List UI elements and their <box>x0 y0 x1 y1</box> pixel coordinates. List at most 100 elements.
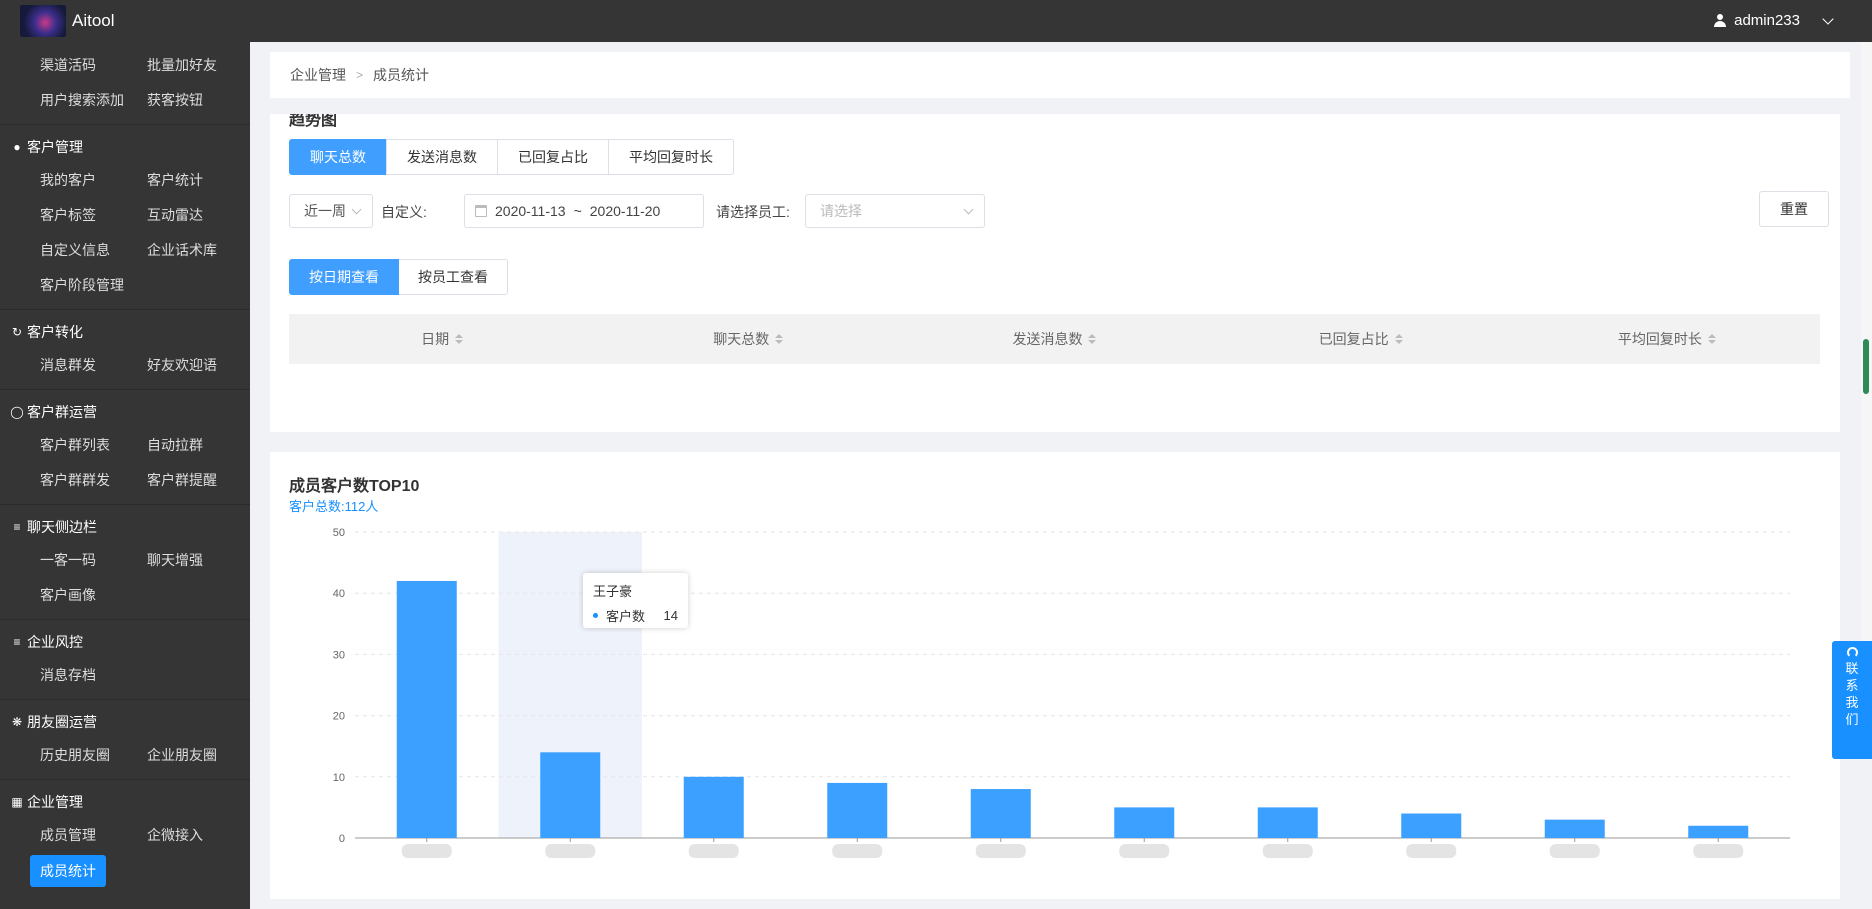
sidebar-item-channel-qr[interactable]: 渠道活码 <box>40 48 147 83</box>
x-tick-label-blurred <box>1693 844 1744 858</box>
sidebar-item-enterprise-moments[interactable]: 企业朋友圈 <box>147 738 250 773</box>
sidebar-item-one-code[interactable]: 一客一码 <box>40 543 147 578</box>
tab-reply-ratio[interactable]: 已回复占比 <box>497 139 609 175</box>
sidebar-item-custom-info[interactable]: 自定义信息 <box>40 233 147 268</box>
reset-button[interactable]: 重置 <box>1759 191 1829 227</box>
sidebar-group-title: 朋友圈运营 <box>27 714 97 730</box>
sidebar-group-conversion: ↻ 客户转化 消息群发 好友欢迎语 <box>0 310 250 390</box>
tooltip-name: 王子豪 <box>593 584 633 599</box>
range-select[interactable]: 近一周 <box>289 194 373 228</box>
sidebar-group-title: 客户群运营 <box>27 404 97 420</box>
menu-icon: ≡ <box>13 635 21 649</box>
x-tick-label-blurred <box>975 844 1026 858</box>
chevron-down-icon <box>963 204 974 215</box>
scrollbar-thumb[interactable] <box>1863 339 1869 394</box>
contact-us-button[interactable]: 联系我们 <box>1832 641 1872 759</box>
date-end[interactable]: 2020-11-20 <box>590 203 661 219</box>
trend-card: 趋势图 聊天总数 发送消息数 已回复占比 平均回复时长 近一周 自定义: 202… <box>270 114 1840 432</box>
sidebar-item-member-manage[interactable]: 成员管理 <box>40 818 147 853</box>
sidebar-item-history-moments[interactable]: 历史朋友圈 <box>40 738 147 773</box>
date-start[interactable]: 2020-11-13 <box>495 203 566 219</box>
bar <box>683 776 744 838</box>
main-content: 企业管理 > 成员统计 趋势图 聊天总数 发送消息数 已回复占比 平均回复时长 … <box>250 42 1872 909</box>
contact-label: 联系我们 <box>1845 661 1859 727</box>
sort-icon[interactable] <box>1088 334 1097 344</box>
sort-icon[interactable] <box>455 334 464 344</box>
sidebar-item-member-stats[interactable]: 成员统计 <box>30 855 106 887</box>
sidebar-item-group-mass[interactable]: 客户群群发 <box>40 463 147 498</box>
sidebar-item-batch-add[interactable]: 批量加好友 <box>147 48 250 83</box>
sidebar-group-title: 企业风控 <box>27 634 83 650</box>
top10-title: 成员客户数TOP10 <box>289 478 420 495</box>
sidebar-item-user-search[interactable]: 用户搜索添加 <box>40 83 147 118</box>
bar <box>970 789 1031 838</box>
bar <box>1114 807 1175 838</box>
x-tick-label-blurred <box>401 844 452 858</box>
tab-sent-messages[interactable]: 发送消息数 <box>386 139 498 175</box>
tab-by-staff[interactable]: 按员工查看 <box>399 259 508 295</box>
date-range-picker[interactable]: 2020-11-13 ~ 2020-11-20 <box>464 194 704 228</box>
sidebar-group-enterprise: ▦ 企业管理 成员管理 企微接入 成员统计 <box>0 780 250 893</box>
breadcrumb-item[interactable]: 企业管理 <box>290 65 346 85</box>
sidebar-item-auto-group[interactable]: 自动拉群 <box>147 428 250 463</box>
tooltip-value: 14 <box>663 608 678 623</box>
column-header-date[interactable]: 日期 <box>289 329 595 349</box>
sidebar-group-groups: ◯ 客户群运营 客户群列表 自动拉群 客户群群发 客户群提醒 <box>0 390 250 505</box>
metric-tabs: 聊天总数 发送消息数 已回复占比 平均回复时长 <box>289 139 734 175</box>
staff-select[interactable]: 请选择 <box>805 194 985 228</box>
x-tick-label-blurred <box>1262 844 1313 858</box>
top10-subtitle: 客户总数:112人 <box>289 499 379 514</box>
filter-bar: 近一周 自定义: 2020-11-13 ~ 2020-11-20 请选择员工: … <box>289 191 1829 234</box>
sort-icon[interactable] <box>775 334 784 344</box>
sidebar-item-welcome[interactable]: 好友欢迎语 <box>147 348 250 383</box>
y-tick-label: 20 <box>333 711 345 723</box>
sidebar-item-my-customers[interactable]: 我的客户 <box>40 163 147 198</box>
column-header-chat-total[interactable]: 聊天总数 <box>595 329 901 349</box>
sidebar-item-radar[interactable]: 互动雷达 <box>147 198 250 233</box>
column-header-reply-ratio[interactable]: 已回复占比 <box>1208 329 1514 349</box>
staff-label: 请选择员工: <box>716 204 790 220</box>
tab-chat-total[interactable]: 聊天总数 <box>289 139 387 175</box>
sidebar-item-message-archive[interactable]: 消息存档 <box>40 658 147 693</box>
chat-icon: ◯ <box>10 405 24 419</box>
bar <box>1688 825 1749 838</box>
x-tick-label-blurred <box>1119 844 1170 858</box>
y-tick-label: 40 <box>333 588 345 600</box>
sidebar-item-group-list[interactable]: 客户群列表 <box>40 428 147 463</box>
sidebar-group-chat-sidebar: ≡ 聊天侧边栏 一客一码 聊天增强 客户画像 <box>0 505 250 620</box>
tab-by-date[interactable]: 按日期查看 <box>289 259 399 295</box>
building-icon: ▦ <box>11 795 23 809</box>
sidebar-group-title: 企业管理 <box>27 794 83 810</box>
trend-title: 趋势图 <box>289 114 338 129</box>
tab-avg-reply-time[interactable]: 平均回复时长 <box>608 139 734 175</box>
bar <box>396 580 457 838</box>
sidebar-item-scripts[interactable]: 企业话术库 <box>147 233 250 268</box>
menu-icon: ≡ <box>13 520 21 534</box>
sidebar-item-customer-profile[interactable]: 客户画像 <box>40 578 147 613</box>
column-header-avg-reply[interactable]: 平均回复时长 <box>1514 329 1820 349</box>
user-menu[interactable]: admin233 <box>1714 12 1834 29</box>
top10-bar-chart: 0 10 20 30 40 50 <box>333 527 1790 858</box>
sidebar-item-stage-manage[interactable]: 客户阶段管理 <box>40 268 147 303</box>
sidebar-group-risk: ≡ 企业风控 消息存档 <box>0 620 250 700</box>
staff-select-placeholder: 请选择 <box>820 203 862 219</box>
sidebar-item-acquire-button[interactable]: 获客按钮 <box>147 83 250 118</box>
chevron-right-icon: > <box>356 68 364 82</box>
bar <box>1544 819 1605 838</box>
sidebar-item-customer-tags[interactable]: 客户标签 <box>40 198 147 233</box>
app-logo <box>20 5 66 37</box>
sidebar-item-chat-enhance[interactable]: 聊天增强 <box>147 543 250 578</box>
x-tick-label-blurred <box>832 844 883 858</box>
column-header-sent[interactable]: 发送消息数 <box>901 329 1207 349</box>
sidebar-item-group-reminder[interactable]: 客户群提醒 <box>147 463 250 498</box>
sidebar-item-wecom-access[interactable]: 企微接入 <box>147 818 250 853</box>
column-header-label: 发送消息数 <box>1012 331 1083 347</box>
moments-icon: ❋ <box>11 715 23 729</box>
sort-icon[interactable] <box>1394 334 1403 344</box>
refresh-icon: ↻ <box>11 325 23 339</box>
username: admin233 <box>1734 12 1800 29</box>
sort-icon[interactable] <box>1707 334 1716 344</box>
page-scrollbar[interactable] <box>1861 42 1872 642</box>
sidebar-item-mass-message[interactable]: 消息群发 <box>40 348 147 383</box>
sidebar-item-customer-stats[interactable]: 客户统计 <box>147 163 250 198</box>
